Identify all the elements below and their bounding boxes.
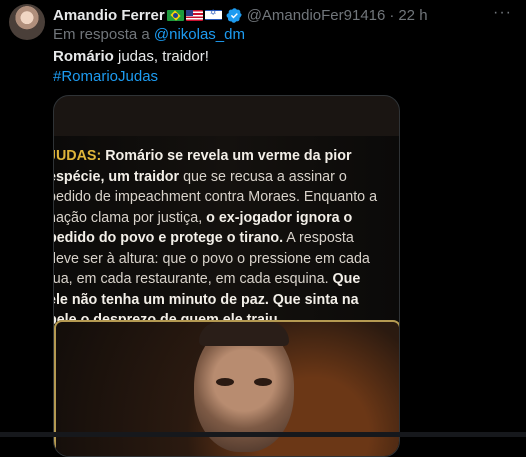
- media-caption-label: JUDAS:: [53, 148, 102, 164]
- reply-context: Em resposta a @nikolas_dm: [53, 26, 245, 43]
- user-handle[interactable]: @AmandioFer91416: [247, 7, 386, 24]
- brazil-flag-icon: [166, 9, 184, 21]
- israel-flag-icon: [204, 8, 222, 20]
- tweet-media[interactable]: JUDAS: Romário se revela um verme da pio…: [53, 95, 400, 457]
- tweet-header: Amandio Ferrer @AmandioFer91416 · 22 h: [53, 5, 428, 25]
- display-name[interactable]: Amandio Ferrer: [53, 7, 165, 24]
- hair-illustration: [199, 322, 289, 346]
- verified-badge-icon[interactable]: [226, 7, 243, 24]
- left-eye: [216, 378, 234, 386]
- reply-prefix: Em resposta a: [53, 26, 150, 43]
- usa-flag-icon: [185, 9, 203, 21]
- separator-dot: ·: [389, 6, 395, 24]
- more-options-icon[interactable]: ···: [493, 4, 512, 22]
- timestamp[interactable]: 22 h: [398, 7, 427, 24]
- tweet-text-rest: judas, traidor!: [113, 48, 209, 65]
- reply-to-link[interactable]: @nikolas_dm: [154, 26, 245, 43]
- right-eye: [254, 378, 272, 386]
- avatar[interactable]: [9, 4, 45, 40]
- tweet-text-bold: Romário: [53, 48, 114, 65]
- media-caption: JUDAS: Romário se revela um verme da pio…: [53, 146, 378, 331]
- hashtag-link[interactable]: #RomarioJudas: [53, 67, 209, 87]
- tweet-text: Romário judas, traidor! #RomarioJudas: [53, 47, 209, 87]
- scroll-edge: [0, 432, 526, 437]
